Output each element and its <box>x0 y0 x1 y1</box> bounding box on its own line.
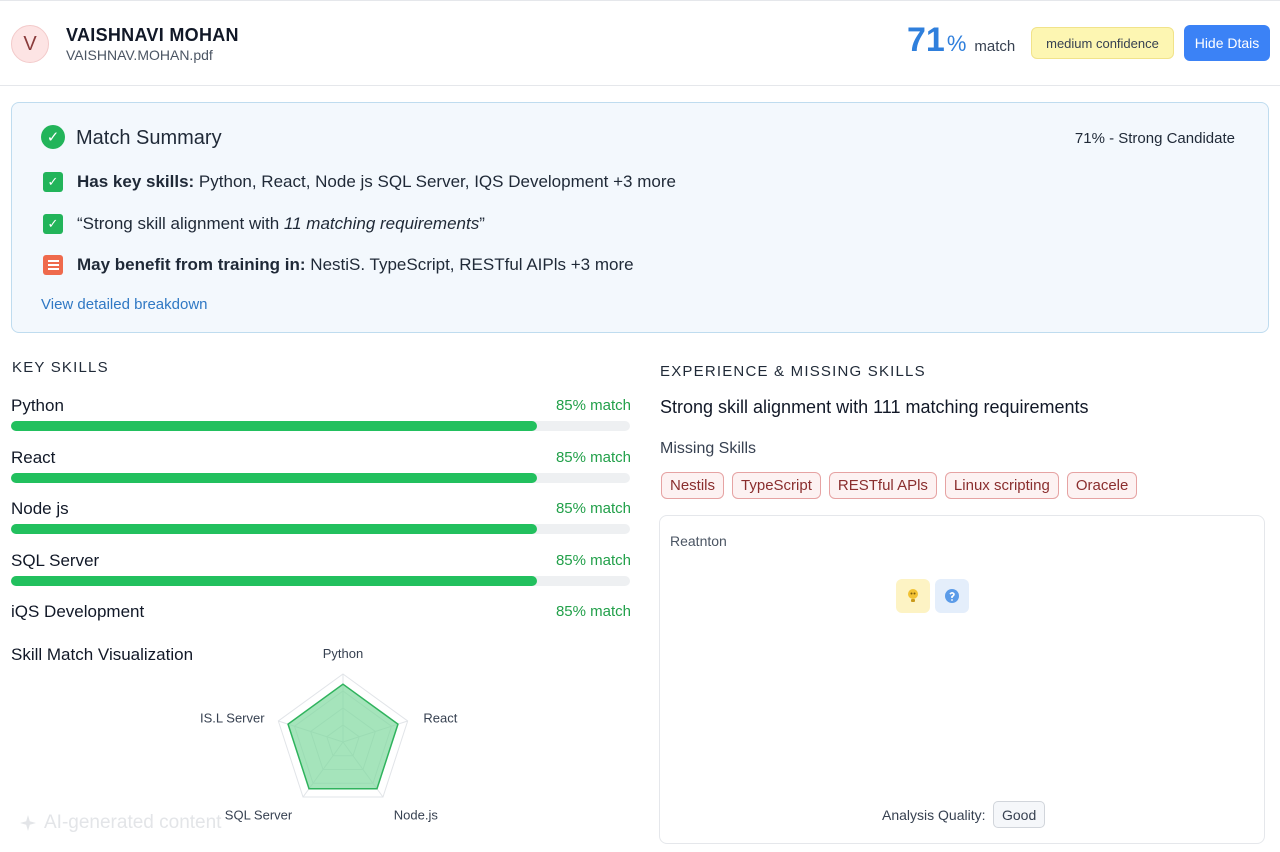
skill-name: SQL Server <box>11 551 100 570</box>
candidate-header: V VAISHNAVI MOHAN VAISHNAV.MOHAN.pdf 71 … <box>0 0 1280 86</box>
match-summary-title: Match Summary <box>76 127 222 149</box>
skill-name: iQS Development <box>11 602 145 621</box>
summary-alignment-row: ✓ “Strong skill alignment with 11 matchi… <box>43 214 485 234</box>
missing-skill-tag[interactable]: Oracele <box>1066 472 1138 499</box>
match-score-percent: % <box>946 31 967 56</box>
training-label: May benefit from training in: <box>77 255 306 274</box>
checkbox-icon: ✓ <box>43 214 63 234</box>
candidate-rating: 71% - Strong Candidate <box>1074 130 1235 147</box>
skill-name: React <box>11 448 56 467</box>
skill-name: Python <box>11 396 64 415</box>
missing-skills-label: Missing Skills <box>660 440 757 457</box>
missing-skill-tag[interactable]: Linux scripting <box>944 472 1059 499</box>
hide-details-button[interactable]: Hide Dtais <box>1184 25 1270 61</box>
skill-bar <box>11 524 630 534</box>
analysis-quality-label: Analysis Quality: <box>882 807 986 823</box>
radar-axis-label: Python <box>323 646 363 661</box>
skill-bar-fill <box>11 421 538 431</box>
help-icon[interactable] <box>935 579 969 613</box>
candidate-file[interactable]: VAISHNAV.MOHAN.pdf <box>66 47 213 63</box>
skill-bar <box>11 473 630 483</box>
key-skills-title: KEY SKILLS <box>12 359 109 376</box>
list-warning-icon <box>43 255 63 275</box>
radar-axis-label: React <box>423 710 457 725</box>
skill-match: 85% match <box>555 397 631 414</box>
skill-bar-fill <box>11 576 538 586</box>
radar-axis-label: IS.L Server <box>200 710 265 725</box>
skill-bar <box>11 421 630 431</box>
skill-bar <box>11 576 630 586</box>
skill-match: 85% match <box>555 603 631 620</box>
radar-axis-label: SQL Server <box>225 808 293 823</box>
missing-skill-tag[interactable]: Nestils <box>661 472 725 499</box>
analysis-panel-title: Reatnton <box>670 533 727 549</box>
check-circle-icon: ✓ <box>41 125 65 149</box>
ai-watermark: AI-generated content <box>18 812 221 834</box>
match-score-label: match <box>974 38 1016 55</box>
summary-training-row: May benefit from training in: NestiS. Ty… <box>43 255 634 275</box>
match-score-value: 71 <box>907 21 945 59</box>
missing-skill-tag[interactable]: RESTful APls <box>828 472 937 499</box>
confidence-badge: medium confidence <box>1031 27 1174 59</box>
skill-match: 85% match <box>555 552 631 569</box>
analysis-quality-badge: Good <box>993 801 1046 828</box>
alignment-text-italic: 11 matching requirements <box>283 214 480 233</box>
skill-bar-fill <box>11 524 538 534</box>
radar-series-area <box>287 683 399 790</box>
missing-skill-tag[interactable]: TypeScript <box>732 472 821 499</box>
summary-key-skills-row: ✓ Has key skills: Python, React, Node js… <box>43 172 676 192</box>
skill-name: Node js <box>11 499 69 518</box>
alignment-text-end: ” <box>479 214 485 233</box>
training-text: NestiS. TypeScript, RESTful AIPls +3 mor… <box>305 255 634 274</box>
skill-match: 85% match <box>555 449 631 466</box>
match-score: 71 % match <box>907 21 1015 60</box>
skill-radar-chart: Python React Node.js SQL Server IS.L Server <box>200 646 458 823</box>
analysis-panel: Reatnton Analysis Quality: Good <box>659 515 1265 844</box>
alignment-text-start: “Strong skill alignment with <box>77 214 284 233</box>
watermark-text: AI-generated content <box>44 812 222 833</box>
experience-headline: Strong skill alignment with 111 matching… <box>660 397 1089 417</box>
radar-axis-label: Node.js <box>394 808 439 823</box>
key-skills-text: Python, React, Node js SQL Server, IQS D… <box>194 172 676 191</box>
lightbulb-icon[interactable] <box>896 579 930 613</box>
skill-viz-title: Skill Match Visualization <box>11 645 194 664</box>
avatar: V <box>11 25 49 63</box>
candidate-name: VAISHNAVI MOHAN <box>66 25 239 45</box>
checkbox-icon: ✓ <box>43 172 63 192</box>
sparkle-icon <box>20 815 36 831</box>
view-breakdown-link[interactable]: View detailed breakdown <box>41 296 208 313</box>
experience-title: EXPERIENCE & MISSING SKILLS <box>660 363 926 380</box>
key-skills-label: Has key skills: <box>77 172 195 191</box>
match-summary-panel: ✓ Match Summary 71% - Strong Candidate ✓… <box>11 102 1269 333</box>
skill-bar-fill <box>11 473 538 483</box>
skill-match: 85% match <box>555 500 631 517</box>
missing-skills-tags: Nestils TypeScript RESTful APls Linux sc… <box>661 472 1138 499</box>
